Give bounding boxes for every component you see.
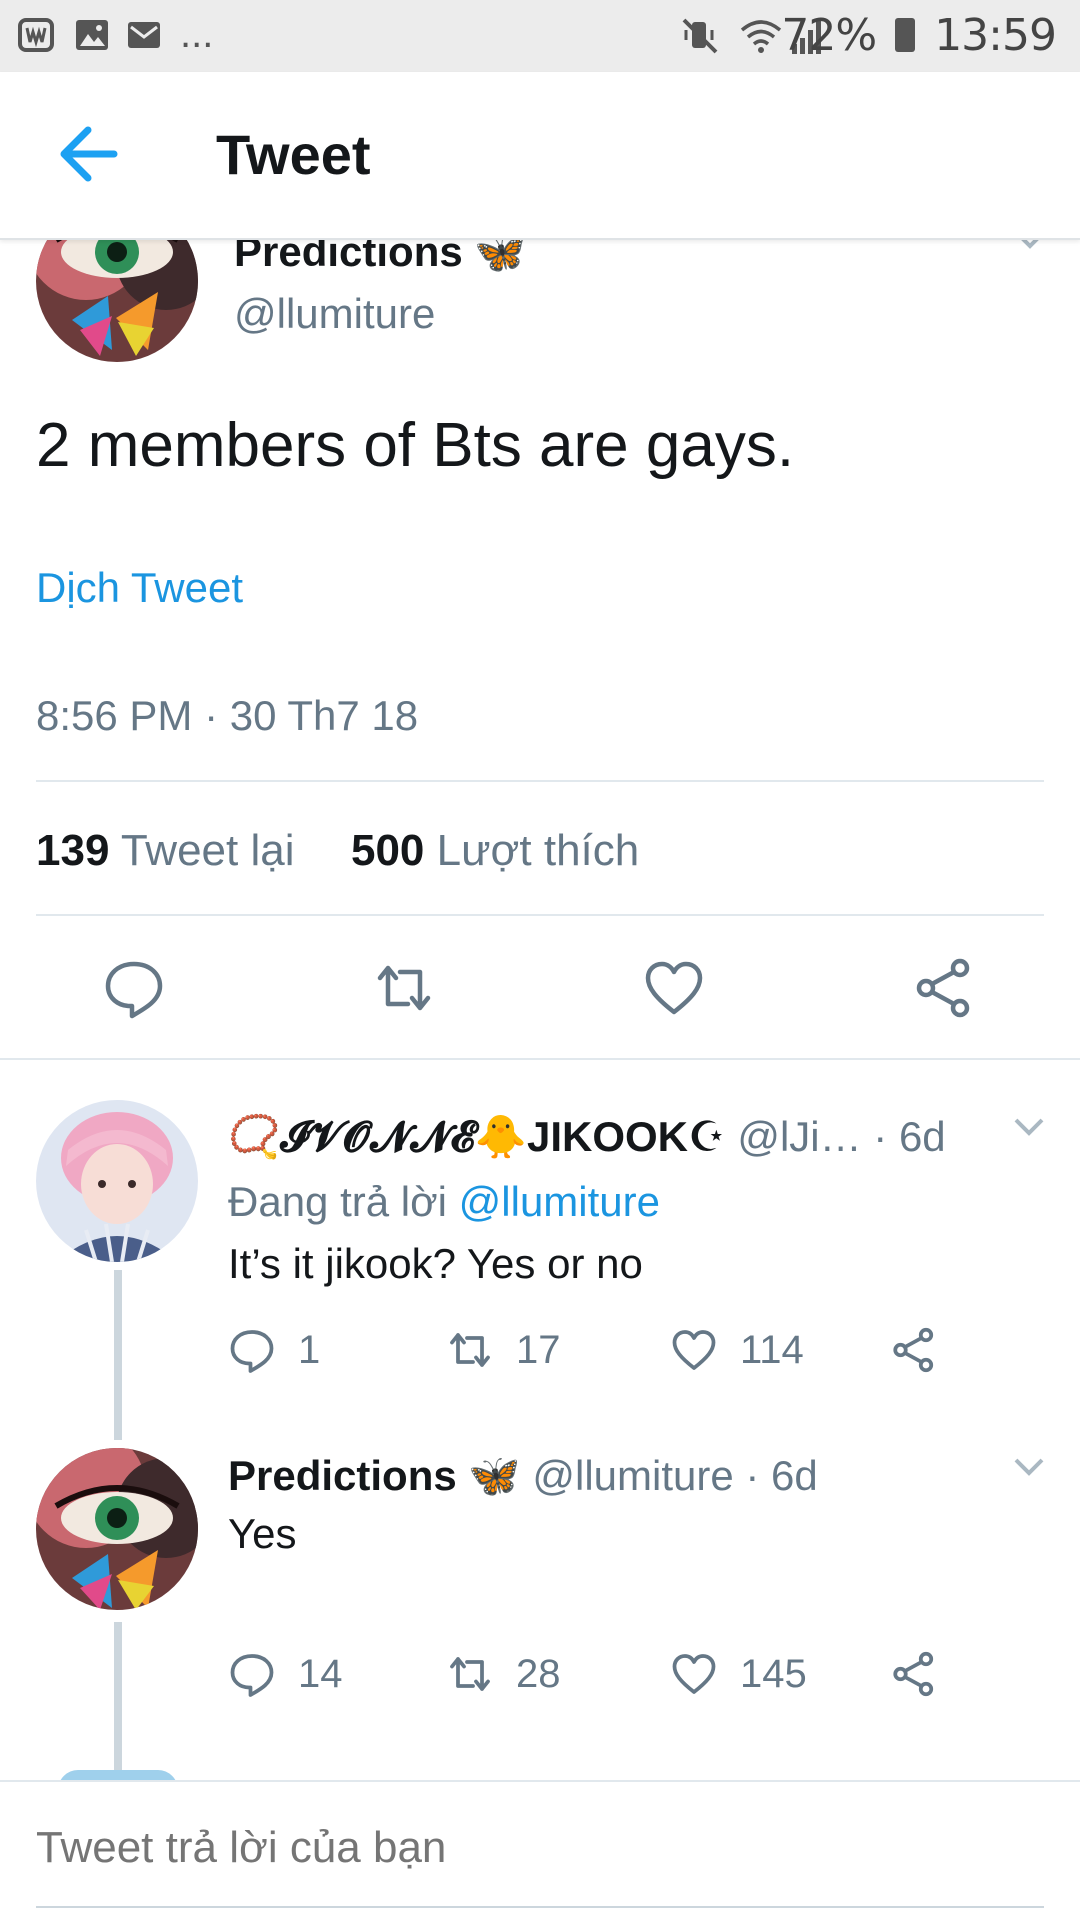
thread-line bbox=[114, 1622, 122, 1780]
share-icon bbox=[893, 1651, 934, 1697]
app-bar: Tweet bbox=[0, 72, 1080, 240]
divider bbox=[36, 914, 1044, 916]
reply-avatar[interactable] bbox=[36, 1100, 198, 1262]
reply-text: Yes bbox=[228, 1510, 297, 1557]
reply-icon bbox=[230, 1330, 274, 1373]
reply-author-name[interactable]: Predictions 🦋 bbox=[228, 1452, 521, 1499]
reply-button[interactable]: 1 bbox=[228, 1324, 320, 1376]
mention-link[interactable]: @llumiture bbox=[459, 1178, 660, 1225]
eye-butterfly-avatar bbox=[36, 1448, 198, 1610]
reply-handle-time[interactable]: @lJi… · 6d bbox=[737, 1113, 945, 1160]
compose-underline bbox=[36, 1906, 1044, 1908]
image-icon bbox=[76, 20, 108, 50]
share-button[interactable] bbox=[890, 1324, 960, 1376]
like-count: 500 bbox=[350, 826, 425, 875]
replying-prefix: Đang trả lời bbox=[228, 1178, 447, 1225]
tweet-timestamp: 8:56 PM · 30 Th7 18 bbox=[36, 692, 419, 739]
clock: 13:59 bbox=[934, 10, 1057, 61]
share-icon[interactable] bbox=[912, 956, 976, 1020]
translate-tweet-link[interactable]: Dịch Tweet bbox=[36, 564, 243, 612]
wifi-icon bbox=[740, 20, 782, 53]
pink-hair-avatar bbox=[36, 1100, 198, 1262]
reply-button[interactable]: 14 bbox=[228, 1648, 343, 1700]
tweet-stats: 139 Tweet lại 500 Lượt thích bbox=[36, 826, 639, 876]
reply-count: 14 bbox=[298, 1651, 343, 1696]
reply-avatar[interactable] bbox=[36, 1448, 198, 1610]
retweet-icon bbox=[450, 1657, 490, 1691]
mail-icon bbox=[128, 22, 160, 48]
chevron-down-icon[interactable] bbox=[1012, 1116, 1046, 1138]
like-count: 114 bbox=[740, 1327, 804, 1372]
reply-icon bbox=[230, 1654, 274, 1697]
status-right: 72% 13:59 bbox=[781, 10, 1057, 61]
widget-icon bbox=[18, 18, 54, 52]
like-button[interactable]: 145 bbox=[670, 1648, 807, 1700]
like-stat[interactable]: 500 Lượt thích bbox=[351, 826, 639, 875]
retweet-stat[interactable]: 139 Tweet lại bbox=[36, 826, 295, 875]
chevron-down-icon[interactable] bbox=[1012, 1456, 1046, 1478]
reply-icon[interactable] bbox=[102, 956, 166, 1020]
back-arrow-icon[interactable] bbox=[52, 118, 132, 190]
share-button[interactable] bbox=[890, 1648, 960, 1700]
replying-to: Đang trả lời @llumiture bbox=[228, 1178, 660, 1226]
thread-line bbox=[114, 1270, 122, 1440]
more-notifications: ... bbox=[180, 12, 214, 56]
retweet-button[interactable]: 28 bbox=[446, 1648, 561, 1700]
reply-handle-time[interactable]: @llumiture · 6d bbox=[532, 1452, 817, 1499]
reply-text: It’s it jikook? Yes or no bbox=[228, 1240, 643, 1287]
tweet-text: 2 members of Bts are gays. bbox=[36, 411, 795, 480]
reply-compose-input[interactable] bbox=[36, 1818, 1036, 1878]
retweet-button[interactable]: 17 bbox=[446, 1324, 561, 1376]
like-button[interactable]: 114 bbox=[670, 1324, 804, 1376]
like-icon bbox=[672, 1654, 716, 1694]
like-label: Lượt thích bbox=[436, 826, 640, 875]
reply-header: 📿𝓘𝓥𝓞𝓝𝓝𝓔🐥JIKOOK☪ @lJi… · 6d bbox=[228, 1112, 946, 1162]
retweet-icon[interactable] bbox=[372, 956, 436, 1020]
like-icon bbox=[672, 1330, 716, 1370]
retweet-count: 28 bbox=[516, 1651, 561, 1696]
reply-header: Predictions 🦋 @llumiture · 6d bbox=[228, 1452, 818, 1501]
battery-icon bbox=[895, 18, 916, 52]
divider bbox=[36, 780, 1044, 782]
reply-count: 1 bbox=[298, 1327, 321, 1372]
like-icon[interactable] bbox=[642, 956, 706, 1020]
retweet-label: Tweet lại bbox=[120, 826, 295, 875]
like-count: 145 bbox=[740, 1651, 807, 1696]
battery-level: 72% bbox=[781, 10, 877, 61]
compose-bar bbox=[0, 1780, 1080, 1920]
mute-icon bbox=[682, 18, 718, 54]
share-icon bbox=[893, 1327, 934, 1373]
retweet-icon bbox=[450, 1333, 490, 1367]
page-title: Tweet bbox=[216, 123, 371, 186]
main-author-handle[interactable]: @llumiture bbox=[234, 290, 435, 338]
reply-author-name[interactable]: 📿𝓘𝓥𝓞𝓝𝓝𝓔🐥JIKOOK☪ bbox=[228, 1113, 726, 1160]
retweet-count: 17 bbox=[516, 1327, 561, 1372]
retweet-count: 139 bbox=[36, 826, 110, 875]
section-separator bbox=[0, 1058, 1080, 1060]
status-bar: ... 72% 13:59 bbox=[0, 0, 1080, 72]
